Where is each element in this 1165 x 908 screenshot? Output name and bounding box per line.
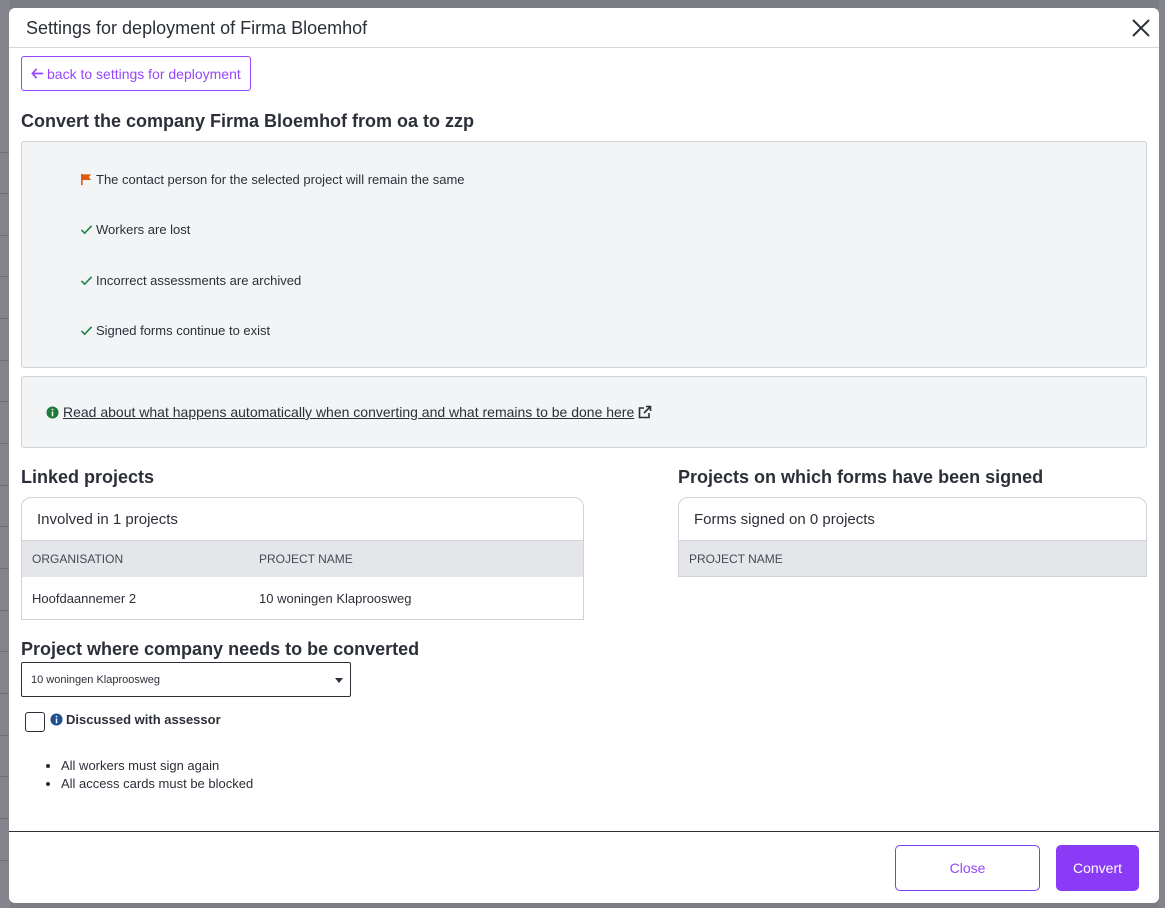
project-select[interactable]: 10 woningen Klaproosweg xyxy=(21,662,351,697)
read-more-row: Read about what happens automatically wh… xyxy=(46,404,652,420)
check-icon xyxy=(80,225,93,235)
signed-projects-title: Projects on which forms have been signed xyxy=(678,467,1044,487)
background-right-edge xyxy=(1159,0,1165,908)
cell-project-name: 10 woningen Klaproosweg xyxy=(259,590,412,606)
discussed-with-assessor-checkbox[interactable] xyxy=(25,712,45,732)
convert-button[interactable]: Convert xyxy=(1056,845,1139,891)
cell-organisation: Hoofdaannemer 2 xyxy=(32,590,137,606)
project-select-value: 10 woningen Klaproosweg xyxy=(31,673,161,686)
modal-footer: Close Convert xyxy=(9,831,1159,903)
signed-projects-card: Forms signed on 0 projects PROJECT NAME xyxy=(678,497,1147,577)
linked-projects-title: Linked projects xyxy=(21,467,155,487)
table-row: Hoofdaannemer 2 10 woningen Klaproosweg xyxy=(22,577,583,619)
modal-body: back to settings for deployment Convert … xyxy=(9,48,1159,831)
settings-modal: Settings for deployment of Firma Bloemho… xyxy=(9,8,1159,903)
modal-header: Settings for deployment of Firma Bloemho… xyxy=(9,8,1159,48)
column-header-project-name: PROJECT NAME xyxy=(689,552,783,566)
conversion-notes: All workers must sign again All access c… xyxy=(61,758,253,794)
consequence-item: Signed forms continue to exist xyxy=(80,323,270,338)
consequence-item: The contact person for the selected proj… xyxy=(80,172,465,187)
check-icon xyxy=(80,276,93,286)
read-more-link[interactable]: Read about what happens automatically wh… xyxy=(63,404,634,420)
close-button[interactable]: Close xyxy=(895,845,1040,891)
modal-title: Settings for deployment of Firma Bloemho… xyxy=(26,18,368,38)
convert-project-title: Project where company needs to be conver… xyxy=(21,639,420,659)
caret-down-icon xyxy=(335,678,343,683)
consequences-box: The contact person for the selected proj… xyxy=(21,141,1147,368)
signed-projects-card-header: Forms signed on 0 projects xyxy=(679,498,1146,541)
signed-projects-table-header: PROJECT NAME xyxy=(679,541,1146,576)
convert-section-title: Convert the company Firma Bloemhof from … xyxy=(21,111,475,131)
back-button-label: back to settings for deployment xyxy=(47,65,241,82)
back-to-settings-button[interactable]: back to settings for deployment xyxy=(21,56,251,91)
consequence-item: Incorrect assessments are archived xyxy=(80,273,301,288)
column-header-organisation: ORGANISATION xyxy=(32,552,124,566)
arrow-left-icon xyxy=(31,68,44,79)
column-header-project-name: PROJECT NAME xyxy=(259,552,353,566)
consequence-item: Workers are lost xyxy=(80,222,190,237)
check-icon xyxy=(80,326,93,336)
info-link-box: Read about what happens automatically wh… xyxy=(21,376,1147,448)
linked-projects-card: Involved in 1 projects ORGANISATION PROJ… xyxy=(21,497,584,620)
list-item: All access cards must be blocked xyxy=(61,776,253,791)
info-icon xyxy=(46,405,59,419)
flag-icon xyxy=(81,173,92,186)
linked-projects-table-header: ORGANISATION PROJECT NAME xyxy=(22,541,583,577)
discussed-with-assessor-label: Discussed with assessor xyxy=(50,712,221,727)
external-link-icon[interactable] xyxy=(638,405,652,419)
linked-projects-card-header: Involved in 1 projects xyxy=(22,498,583,541)
close-icon[interactable] xyxy=(1129,16,1153,40)
info-icon xyxy=(50,713,63,726)
list-item: All workers must sign again xyxy=(61,758,253,773)
